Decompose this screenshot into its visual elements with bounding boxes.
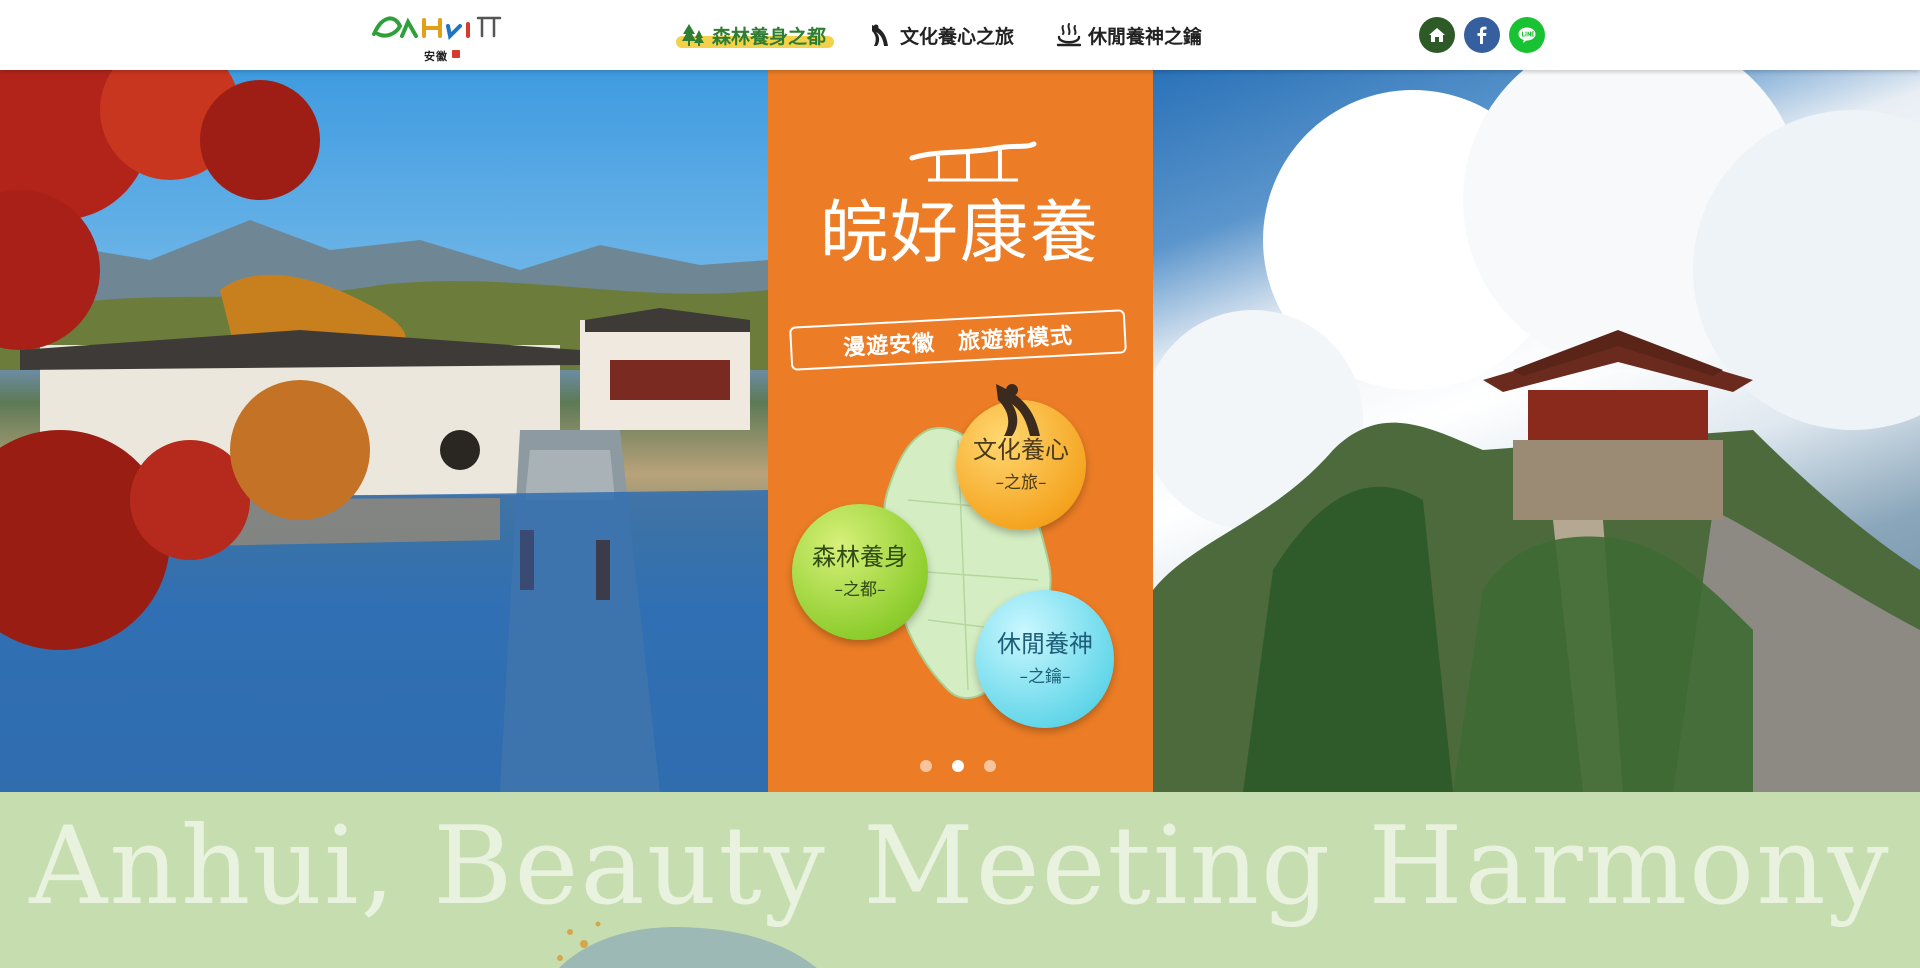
hero-banner: 漫遊安徽 旅遊新模式	[789, 309, 1127, 371]
facebook-icon	[1477, 26, 1487, 44]
hero-banner-text: 漫遊安徽 旅遊新模式	[842, 323, 1074, 361]
village-scene	[0, 70, 768, 792]
anhui-logo[interactable]: 安徽	[368, 8, 504, 63]
tagline-band: Anhui, Beauty Meeting Harmony	[0, 792, 1920, 968]
main-nav: 森林養身之都 文化養心之旅 休閒養神之鑰	[676, 18, 1240, 52]
tagline-text: Anhui, Beauty Meeting Harmony	[29, 804, 1891, 929]
dancer-silhouette-icon	[996, 384, 1040, 436]
mountain-scene	[1153, 70, 1920, 792]
nav-leisure-label: 休閒養神之鑰	[1088, 25, 1203, 48]
hero-brand-panel: 皖好康養 漫遊安徽 旅遊新模式 文化養心 –之旅– 森林養身 –之都– 休閒養神…	[768, 70, 1153, 792]
forest-bubble-title: 森林養身	[812, 543, 908, 572]
nav-forest-label: 森林養身之都	[712, 25, 827, 48]
roof-ornament-icon	[909, 141, 1037, 182]
carousel-dot-3[interactable]	[984, 760, 996, 772]
dancer-icon	[872, 24, 889, 46]
nav-forest[interactable]: 森林養身之都	[676, 18, 835, 52]
culture-bubble-title: 文化養心	[973, 436, 1069, 465]
mountain-temple-photo	[1153, 70, 1920, 792]
home-button[interactable]	[1419, 17, 1455, 53]
hero-carousel: 皖好康養 漫遊安徽 旅遊新模式 文化養心 –之旅– 森林養身 –之都– 休閒養神…	[0, 70, 1920, 792]
nav-leisure[interactable]: 休閒養神之鑰	[1052, 18, 1210, 52]
nav-culture[interactable]: 文化養心之旅	[864, 18, 1022, 52]
culture-bubble[interactable]: 文化養心 –之旅–	[956, 384, 1086, 530]
forest-bubble-sub: –之都–	[834, 579, 886, 600]
line-icon	[1518, 27, 1536, 43]
line-button[interactable]	[1509, 17, 1545, 53]
social-links	[1419, 17, 1554, 53]
forest-tree-icon	[682, 24, 704, 46]
carousel-dot-1[interactable]	[920, 760, 932, 772]
anhui-logo-mark	[372, 16, 502, 41]
forest-bubble[interactable]: 森林養身 –之都–	[792, 504, 928, 640]
ink-splash-decoration	[557, 921, 817, 968]
hero-title: 皖好康養	[819, 194, 1100, 273]
carousel-dots	[920, 760, 1016, 772]
village-photo	[0, 70, 768, 792]
logo-seal	[452, 50, 460, 58]
carousel-dot-2[interactable]	[952, 760, 964, 772]
logo-subtitle: 安徽	[424, 50, 448, 63]
culture-bubble-sub: –之旅–	[995, 472, 1047, 493]
home-icon	[1429, 28, 1445, 42]
leisure-bubble-sub: –之鑰–	[1019, 666, 1071, 687]
facebook-button[interactable]	[1464, 17, 1500, 53]
site-header: 安徽 森林養身之都 文化養心之旅 休閒養神之鑰	[0, 0, 1920, 70]
hot-spring-icon	[1056, 23, 1082, 47]
nav-culture-label: 文化養心之旅	[900, 25, 1015, 48]
leisure-bubble[interactable]: 休閒養神 –之鑰–	[976, 590, 1114, 728]
leisure-bubble-title: 休閒養神	[997, 630, 1093, 659]
